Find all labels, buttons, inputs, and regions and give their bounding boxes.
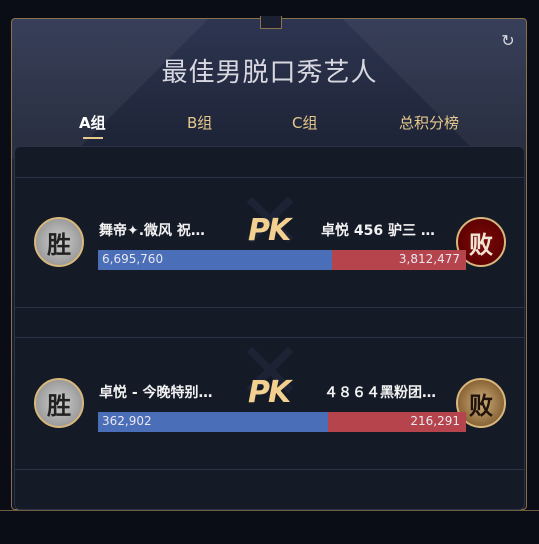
pk-label: PK [248, 213, 291, 248]
loser-badge: 败 [469, 230, 493, 259]
left-player-name: 舞帝✦.微风 祝… [99, 223, 205, 239]
bottom-border [0, 510, 539, 511]
tab-bar: A组 B组 C组 总积分榜 [0, 112, 539, 142]
left-score: 6,695,760 [102, 252, 164, 266]
active-tab-underline [83, 137, 103, 139]
score-bar: 6,695,760 3,812,477 [98, 250, 466, 270]
right-score: 216,291 [410, 414, 460, 428]
divider-bottom [15, 469, 524, 470]
top-notch [260, 16, 282, 29]
winner-badge: 胜 [47, 230, 71, 259]
match-row-2: 胜 卓悦 - 今晚特别… PK ４８６４黑粉团… 败 362,902 216,2… [32, 375, 512, 455]
winner-avatar: 胜 [34, 378, 84, 428]
divider-middle [15, 307, 524, 308]
match-panel: ✕ ✕ [14, 146, 525, 510]
tab-a-group[interactable]: A组 [79, 112, 106, 133]
right-player-name: 卓悦 456 驴三 … [321, 223, 435, 239]
winner-avatar: 胜 [34, 217, 84, 267]
score-bar: 362,902 216,291 [98, 412, 466, 432]
tab-c-group[interactable]: C组 [292, 112, 317, 133]
tab-b-group[interactable]: B组 [187, 112, 212, 133]
match-row-1: 胜 舞帝✦.微风 祝… PK 卓悦 456 驴三 … 败 6,695,760 3… [32, 213, 512, 294]
winner-badge: 胜 [47, 391, 71, 420]
left-player-name: 卓悦 - 今晚特别… [99, 385, 213, 401]
loser-badge: 败 [469, 391, 493, 420]
refresh-icon[interactable]: ↻ [500, 33, 516, 49]
right-player-name: ４８６４黑粉团… [324, 385, 436, 401]
left-score: 362,902 [102, 414, 152, 428]
page-title: 最佳男脱口秀艺人 [161, 58, 378, 88]
tab-total-ranking[interactable]: 总积分榜 [399, 112, 459, 133]
right-score: 3,812,477 [398, 252, 460, 266]
pk-label: PK [248, 375, 291, 410]
